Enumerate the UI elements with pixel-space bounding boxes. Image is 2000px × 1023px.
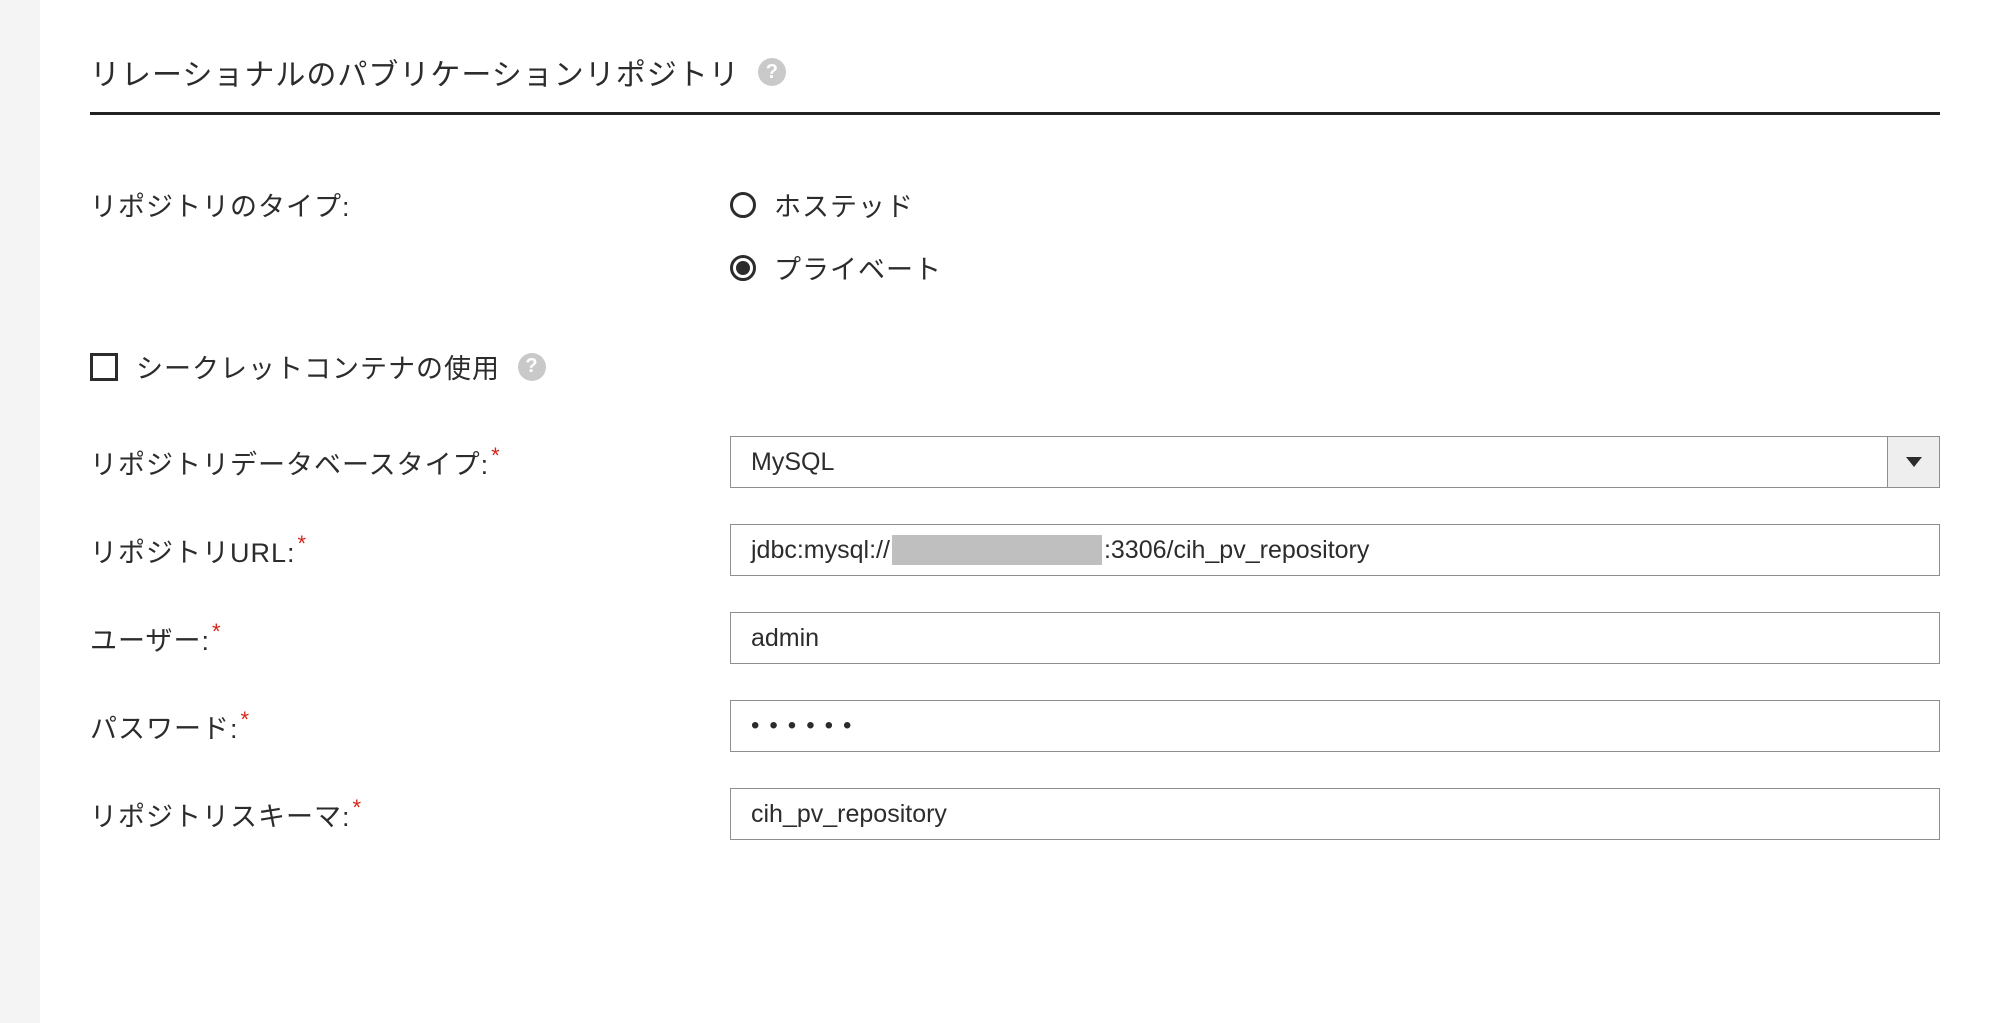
chevron-down-icon [1906, 457, 1922, 467]
password-label: パスワード:* [90, 707, 730, 746]
radio-label-private: プライベート [774, 248, 942, 287]
redacted-host [892, 535, 1102, 565]
radio-label-hosted: ホステッド [774, 185, 914, 224]
secret-container-row: シークレットコンテナの使用 ? [90, 347, 1940, 386]
select-caret-button[interactable] [1887, 437, 1939, 487]
required-marker: * [491, 443, 501, 468]
required-marker: * [241, 707, 251, 732]
help-icon[interactable]: ? [758, 58, 786, 86]
section-header: リレーショナルのパブリケーションリポジトリ ? [90, 50, 1940, 115]
user-label: ユーザー:* [90, 619, 730, 658]
repo-url-row: リポジトリURL:* jdbc:mysql:// :3306/cih_pv_re… [90, 524, 1940, 576]
password-input[interactable] [730, 700, 1940, 752]
radio-icon [730, 192, 756, 218]
secret-container-checkbox[interactable] [90, 353, 118, 381]
required-marker: * [212, 619, 222, 644]
repo-url-label: リポジトリURL:* [90, 531, 730, 570]
repo-type-hosted-radio[interactable]: ホステッド [730, 185, 1940, 224]
db-type-select[interactable]: MySQL [730, 436, 1940, 488]
repo-type-label: リポジトリのタイプ: [90, 185, 730, 224]
repo-type-private-radio[interactable]: プライベート [730, 248, 1940, 287]
radio-dot-icon [736, 261, 750, 275]
repo-url-suffix: :3306/cih_pv_repository [1104, 536, 1369, 565]
schema-input[interactable] [730, 788, 1940, 840]
required-marker: * [353, 795, 363, 820]
form-page: リレーショナルのパブリケーションリポジトリ ? リポジトリのタイプ: ホステッド… [40, 0, 2000, 1023]
schema-row: リポジトリスキーマ:* [90, 788, 1940, 840]
radio-icon [730, 255, 756, 281]
repo-type-row: リポジトリのタイプ: ホステッド プライベート [90, 185, 1940, 287]
repo-url-prefix: jdbc:mysql:// [751, 536, 890, 565]
user-input[interactable] [730, 612, 1940, 664]
db-type-row: リポジトリデータベースタイプ:* MySQL [90, 436, 1940, 488]
secret-container-label: シークレットコンテナの使用 [136, 347, 500, 386]
help-icon[interactable]: ? [518, 353, 546, 381]
user-row: ユーザー:* [90, 612, 1940, 664]
repo-url-input[interactable]: jdbc:mysql:// :3306/cih_pv_repository [730, 524, 1940, 576]
section-title: リレーショナルのパブリケーションリポジトリ [90, 50, 740, 94]
db-type-label: リポジトリデータベースタイプ:* [90, 443, 730, 482]
password-row: パスワード:* [90, 700, 1940, 752]
schema-label: リポジトリスキーマ:* [90, 795, 730, 834]
repo-type-radio-group: ホステッド プライベート [730, 185, 1940, 287]
required-marker: * [298, 531, 308, 556]
db-type-value: MySQL [731, 437, 1887, 487]
